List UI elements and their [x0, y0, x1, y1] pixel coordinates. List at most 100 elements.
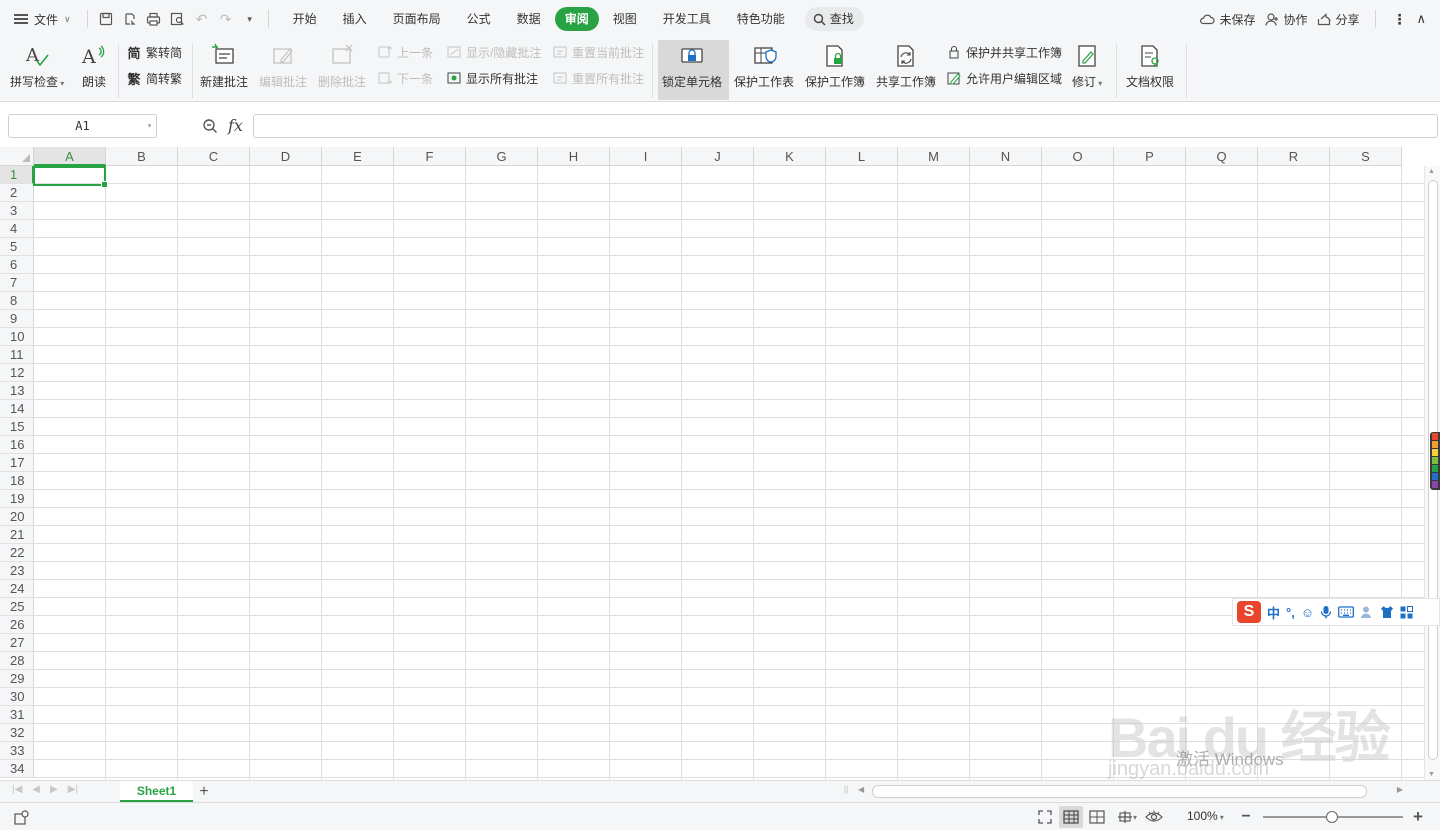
eye-protection-icon[interactable] — [1145, 809, 1163, 825]
skin-icon[interactable] — [1380, 605, 1394, 619]
page-layout-view-icon[interactable] — [1088, 809, 1106, 825]
select-all-button[interactable] — [0, 147, 34, 166]
row-header[interactable]: 2 — [0, 184, 34, 202]
column-header[interactable]: D — [250, 147, 322, 166]
tab-developer[interactable]: 开发工具 — [651, 7, 723, 31]
next-comment-button[interactable]: 下一条 — [377, 68, 433, 88]
column-header[interactable]: E — [322, 147, 394, 166]
lock-cell-button[interactable]: 锁定单元格 — [662, 38, 722, 90]
row-header[interactable]: 20 — [0, 508, 34, 526]
doc-permissions-button[interactable]: 文档权限 — [1126, 38, 1174, 90]
row-header[interactable]: 27 — [0, 634, 34, 652]
microphone-icon[interactable] — [1320, 605, 1332, 619]
insert-function-button[interactable]: fx — [228, 116, 243, 135]
fullscreen-icon[interactable] — [1036, 809, 1054, 825]
row-header[interactable]: 19 — [0, 490, 34, 508]
normal-view-icon[interactable] — [1062, 809, 1080, 825]
file-menu-button[interactable]: 文件 ∨ — [0, 0, 81, 38]
toolbox-icon[interactable] — [1400, 605, 1414, 619]
share-button[interactable]: 分享 — [1317, 11, 1359, 28]
row-header[interactable]: 24 — [0, 580, 34, 598]
column-header[interactable]: J — [682, 147, 754, 166]
column-header[interactable]: G — [466, 147, 538, 166]
column-header[interactable]: Q — [1186, 147, 1258, 166]
row-header[interactable]: 31 — [0, 706, 34, 724]
row-header[interactable]: 30 — [0, 688, 34, 706]
zoom-icon[interactable] — [202, 118, 218, 134]
zoom-in-icon[interactable]: + — [1409, 807, 1427, 826]
scroll-left-icon[interactable]: ◀ — [858, 785, 864, 794]
zoom-slider[interactable] — [1263, 811, 1403, 823]
column-header[interactable]: R — [1258, 147, 1330, 166]
tab-formulas[interactable]: 公式 — [455, 7, 503, 31]
row-header[interactable]: 21 — [0, 526, 34, 544]
row-header[interactable]: 11 — [0, 346, 34, 364]
row-header[interactable]: 33 — [0, 742, 34, 760]
tab-page-layout[interactable]: 页面布局 — [381, 7, 453, 31]
reset-current-comment-button[interactable]: 重置当前批注 — [552, 42, 644, 62]
row-header[interactable]: 4 — [0, 220, 34, 238]
next-sheet-icon[interactable]: ▶ — [50, 784, 58, 795]
user-center-icon[interactable] — [1360, 605, 1374, 619]
row-header[interactable]: 25 — [0, 598, 34, 616]
column-header[interactable]: O — [1042, 147, 1114, 166]
spreadsheet-grid[interactable]: ABCDEFGHIJKLMNOPQRS 1 2 3 4 5 6 7 8 9 10 11 12 13 14 1… — [0, 147, 1424, 780]
row-header[interactable]: 12 — [0, 364, 34, 382]
protect-workbook-button[interactable]: 保护工作簿 — [805, 38, 865, 90]
protect-sheet-button[interactable]: 保护工作表 — [734, 38, 794, 90]
column-header[interactable]: K — [754, 147, 826, 166]
spellcheck-button[interactable]: A 拼写检查 ▾ — [10, 38, 64, 90]
column-header[interactable]: A — [34, 147, 106, 166]
scroll-right-icon[interactable]: ▶ — [1397, 785, 1403, 794]
show-all-comments-button[interactable]: 显示所有批注 — [446, 68, 538, 88]
ime-mode-toggle[interactable]: 中 — [1267, 603, 1280, 622]
keyboard-icon[interactable] — [1338, 606, 1355, 618]
column-header[interactable]: C — [178, 147, 250, 166]
collaborate-button[interactable]: 协作 — [1265, 11, 1307, 28]
customize-toolbar-icon[interactable]: ▾ — [238, 7, 262, 31]
page-break-view-icon[interactable]: ▾ — [1114, 809, 1140, 825]
row-header[interactable]: 32 — [0, 724, 34, 742]
save-icon[interactable] — [94, 7, 118, 31]
cell-area[interactable] — [34, 166, 1424, 780]
horizontal-scroll-thumb[interactable] — [872, 785, 1367, 798]
active-cell-a1[interactable] — [33, 166, 108, 188]
tab-special-features[interactable]: 特色功能 — [725, 7, 797, 31]
tab-insert[interactable]: 插入 — [331, 7, 379, 31]
row-header[interactable]: 9 — [0, 310, 34, 328]
search-button[interactable]: 查找 — [804, 7, 864, 31]
collapse-ribbon-icon[interactable]: ∧ — [1416, 11, 1426, 27]
redo-icon[interactable]: ↷ — [214, 7, 238, 31]
row-header[interactable]: 22 — [0, 544, 34, 562]
tab-data[interactable]: 数据 — [505, 7, 553, 31]
column-header[interactable]: H — [538, 147, 610, 166]
export-icon[interactable] — [118, 7, 142, 31]
row-header[interactable]: 17 — [0, 454, 34, 472]
row-header[interactable]: 23 — [0, 562, 34, 580]
column-header[interactable]: I — [610, 147, 682, 166]
row-header[interactable]: 10 — [0, 328, 34, 346]
zoom-out-icon[interactable]: − — [1237, 808, 1255, 825]
split-handle-icon[interactable]: || — [844, 785, 848, 794]
formula-input[interactable] — [253, 114, 1438, 138]
row-header[interactable]: 28 — [0, 652, 34, 670]
prev-sheet-icon[interactable]: ◀ — [32, 784, 40, 795]
column-header[interactable]: F — [394, 147, 466, 166]
name-box[interactable]: A1 ▾ — [8, 114, 157, 138]
side-widget-icon[interactable] — [1430, 432, 1440, 490]
horizontal-scrollbar[interactable]: || ◀ ▶ — [844, 785, 1407, 799]
row-header[interactable]: 14 — [0, 400, 34, 418]
row-header[interactable]: 26 — [0, 616, 34, 634]
row-header[interactable]: 29 — [0, 670, 34, 688]
zoom-slider-knob[interactable] — [1326, 811, 1338, 823]
edit-comment-button[interactable]: 编辑批注 — [259, 38, 307, 90]
row-header[interactable]: 34 — [0, 760, 34, 778]
show-hide-comment-button[interactable]: 显示/隐藏批注 — [446, 42, 541, 62]
row-header[interactable]: 15 — [0, 418, 34, 436]
column-header[interactable]: N — [970, 147, 1042, 166]
row-header[interactable]: 7 — [0, 274, 34, 292]
row-header[interactable]: 13 — [0, 382, 34, 400]
trad-to-simp-button[interactable]: 简 繁转简 — [126, 42, 182, 62]
emoji-icon[interactable]: ☺ — [1301, 605, 1314, 620]
ime-punct-toggle[interactable]: °, — [1286, 605, 1295, 620]
